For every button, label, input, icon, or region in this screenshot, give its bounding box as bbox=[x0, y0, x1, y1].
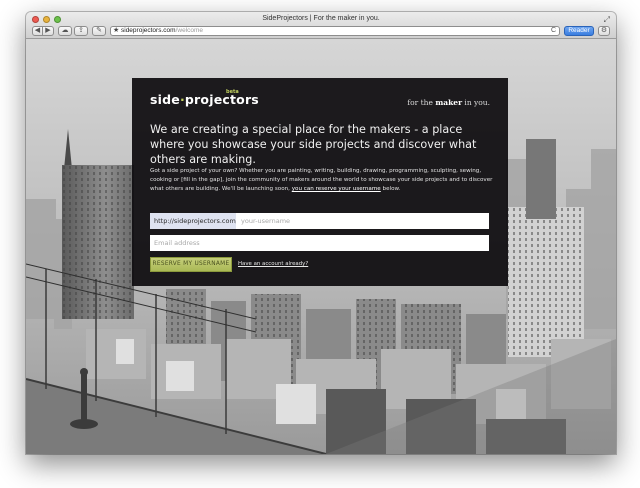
fullscreen-icon[interactable]: ⤢ bbox=[604, 15, 610, 25]
window-title: SideProjectors | For the maker in you. bbox=[262, 15, 380, 22]
tagline: for the maker in you. bbox=[407, 98, 490, 107]
email-input[interactable] bbox=[150, 235, 489, 251]
address-host: sideprojectors.com bbox=[121, 27, 176, 34]
tagline-post: in you. bbox=[462, 98, 490, 107]
cloud-icon[interactable]: ☁ bbox=[58, 26, 72, 36]
beta-badge: beta bbox=[226, 89, 239, 95]
reader-button[interactable]: Reader bbox=[564, 26, 594, 36]
bookmark-star-icon[interactable]: ★ bbox=[113, 27, 119, 35]
tagline-pre: for the bbox=[407, 98, 436, 107]
hero-panel: side·projectors beta for the maker in yo… bbox=[132, 78, 508, 286]
forward-button[interactable]: ▶ bbox=[43, 26, 54, 36]
back-button[interactable]: ◀ bbox=[32, 26, 43, 36]
address-bar[interactable]: ★ sideprojectors.com/welcome C bbox=[110, 26, 560, 36]
intro-paragraph: Got a side project of your own? Whether … bbox=[150, 167, 495, 194]
logo-part-projectors: projectors bbox=[184, 92, 259, 107]
page-viewport: side·projectors beta for the maker in yo… bbox=[26, 39, 616, 454]
have-account-link[interactable]: Have an account already? bbox=[238, 261, 308, 267]
reload-icon[interactable]: C bbox=[551, 27, 556, 35]
site-logo[interactable]: side·projectors bbox=[150, 92, 259, 107]
title-bar: SideProjectors | For the maker in you. ⤢… bbox=[26, 12, 616, 39]
reserve-username-button[interactable]: RESERVE MY USERNAME bbox=[150, 257, 232, 272]
browser-window: SideProjectors | For the maker in you. ⤢… bbox=[26, 12, 616, 454]
page-headline: We are creating a special place for the … bbox=[150, 123, 477, 166]
username-input[interactable] bbox=[236, 213, 489, 229]
share-icon[interactable]: ⇪ bbox=[74, 26, 88, 36]
tagline-bold: maker bbox=[435, 98, 463, 107]
browser-toolbar: ◀ ▶ ☁ ⇪ ✎ ★ sideprojectors.com/welcome C… bbox=[26, 25, 616, 38]
intro-end: below. bbox=[380, 186, 401, 192]
settings-gear-icon[interactable]: ⚙ bbox=[598, 26, 610, 36]
bookmarks-icon[interactable]: ✎ bbox=[92, 26, 106, 36]
address-path: /welcome bbox=[175, 27, 204, 34]
reserve-username-link[interactable]: you can reserve your username bbox=[292, 186, 381, 192]
url-prefix-label: http://sideprojectors.com/ bbox=[150, 213, 238, 229]
logo-part-side: side bbox=[150, 92, 180, 107]
